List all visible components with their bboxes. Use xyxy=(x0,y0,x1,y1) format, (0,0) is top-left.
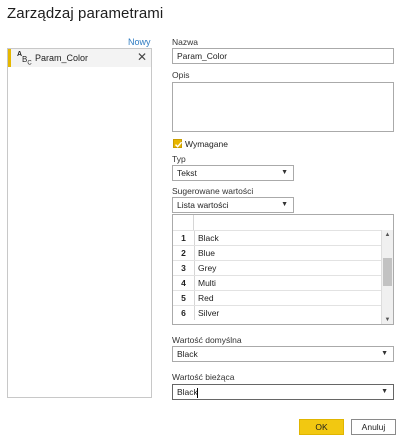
parameter-list: A BC Param_Color ✕ xyxy=(7,48,152,398)
current-value-dropdown-value: Black xyxy=(177,387,198,397)
current-value-label: Wartość bieżąca xyxy=(172,372,235,382)
row-number: 1 xyxy=(173,231,195,245)
name-label: Nazwa xyxy=(172,37,198,47)
chevron-down-icon: ▼ xyxy=(381,388,388,395)
suggested-values-label: Sugerowane wartości xyxy=(172,186,254,196)
required-label: Wymagane xyxy=(185,139,228,149)
type-label: Typ xyxy=(172,154,186,164)
default-value-dropdown[interactable]: Black ▼ xyxy=(172,346,394,362)
row-number: 6 xyxy=(173,306,195,320)
table-row[interactable]: 2 Blue xyxy=(173,245,382,260)
description-field[interactable] xyxy=(172,82,394,132)
row-number: 2 xyxy=(173,246,195,260)
current-value-dropdown[interactable]: Black ▼ xyxy=(172,384,394,400)
suggested-values-dropdown-value: Lista wartości xyxy=(177,200,229,210)
type-dropdown[interactable]: Tekst ▼ xyxy=(172,165,294,181)
row-value[interactable]: Multi xyxy=(198,276,216,290)
default-value-dropdown-value: Black xyxy=(177,349,198,359)
description-label: Opis xyxy=(172,70,190,80)
dialog-title: Zarządzaj parametrami xyxy=(7,5,164,22)
suggested-values-dropdown[interactable]: Lista wartości ▼ xyxy=(172,197,294,213)
table-row[interactable]: 4 Multi xyxy=(173,275,382,290)
scroll-thumb[interactable] xyxy=(383,258,392,286)
row-number: 5 xyxy=(173,291,195,305)
row-number: 3 xyxy=(173,261,195,275)
scroll-up-icon[interactable]: ▲ xyxy=(382,230,393,240)
cancel-button[interactable]: Anuluj xyxy=(351,419,396,435)
row-value[interactable]: Black xyxy=(198,231,219,245)
abc-type-icon: A BC xyxy=(17,51,32,67)
table-row[interactable]: 3 Grey xyxy=(173,260,382,275)
name-field[interactable]: Param_Color xyxy=(172,48,394,64)
row-value[interactable]: Grey xyxy=(198,261,216,275)
values-table-header xyxy=(173,215,382,230)
required-checkbox[interactable] xyxy=(173,139,183,148)
new-parameter-link[interactable]: Nowy xyxy=(128,37,151,47)
checkmark-icon xyxy=(175,141,183,148)
ok-button[interactable]: OK xyxy=(299,419,344,435)
close-icon[interactable]: ✕ xyxy=(137,50,147,64)
text-caret xyxy=(197,388,198,398)
chevron-down-icon: ▼ xyxy=(381,350,388,357)
row-number: 4 xyxy=(173,276,195,290)
table-row[interactable]: 1 Black xyxy=(173,230,382,245)
values-table: 1 Black 2 Blue 3 Grey 4 Multi 5 Red 6 Si… xyxy=(172,214,394,325)
parameter-list-item[interactable]: A BC Param_Color ✕ xyxy=(8,49,151,67)
parameter-list-item-label: Param_Color xyxy=(35,53,89,63)
values-scrollbar[interactable]: ▲ ▼ xyxy=(381,230,393,324)
default-value-label: Wartość domyślna xyxy=(172,335,242,345)
row-value[interactable]: Silver xyxy=(198,306,219,320)
chevron-down-icon: ▼ xyxy=(281,201,288,208)
scroll-down-icon[interactable]: ▼ xyxy=(382,315,393,324)
type-dropdown-value: Tekst xyxy=(177,168,197,178)
chevron-down-icon: ▼ xyxy=(281,169,288,176)
row-value[interactable]: Blue xyxy=(198,246,215,260)
table-row[interactable]: 5 Red xyxy=(173,290,382,305)
row-value[interactable]: Red xyxy=(198,291,214,305)
table-row[interactable]: 6 Silver xyxy=(173,305,382,320)
